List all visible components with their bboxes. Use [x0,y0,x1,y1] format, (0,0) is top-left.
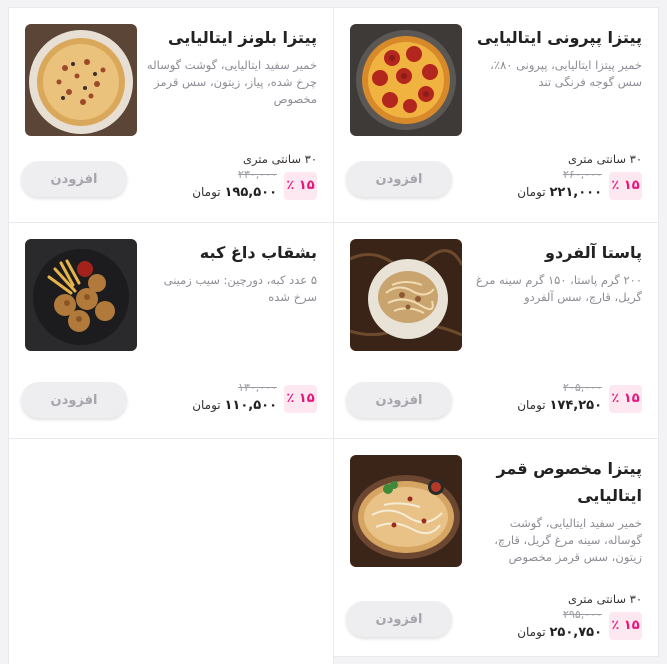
old-price: ۲۳۰,۰۰۰ [238,168,277,181]
item-info: پیتزا مخصوص قمر ایتالیایی خمیر سفید ایتا… [470,455,642,566]
discount-badge: ۱۵ ٪ [284,385,317,413]
kebbeh-plate-image [25,239,137,351]
menu-item-card: پیتزا بلونز ایتالیایی خمیر سفید ایتالیای… [8,7,334,223]
new-price: ۱۱۰,۵۰۰ تومان [192,398,277,413]
new-price: ۲۵۰,۷۵۰ تومان [517,625,602,640]
menu-item-card: پاستا آلفردو ۲۰۰ گرم پاستا، ۱۵۰ گرم سینه… [333,222,659,439]
item-title: بشقاب داغ کبه [199,243,317,262]
menu-item-card: پیتزا پپرونی ایتالیایی خمیر پیتزا ایتالی… [333,7,659,223]
new-price: ۱۹۵,۵۰۰ تومان [192,185,277,200]
item-title: پاستا آلفردو [545,243,642,262]
menu-item-card: بشقاب داغ کبه ۵ عدد کبه، دورچین: سیب زمی… [8,222,334,439]
item-size: ۳۰ سانتی متری [567,592,642,606]
item-title: پیتزا پپرونی ایتالیایی [476,28,642,47]
discount-badge: ۱۵ ٪ [284,172,317,200]
item-title: پیتزا بلونز ایتالیایی [168,28,317,47]
ghamar-special-pizza-image [350,455,462,567]
old-price: ۲۶۰,۰۰۰ [563,168,602,181]
add-button[interactable]: افزودن [346,161,452,197]
add-button[interactable]: افزودن [21,382,127,418]
item-description: خمیر سفید ایتالیایی، گوشت گوساله چرخ شده… [146,58,317,106]
item-description: ۲۰۰ گرم پاستا، ۱۵۰ گرم سینه مرغ گریل، قا… [475,273,642,304]
menu-grid: پیتزا پپرونی ایتالیایی خمیر پیتزا ایتالی… [8,7,659,664]
item-description: ۵ عدد کبه، دورچین: سیب زمینی سرخ شده [163,273,317,304]
item-title: پیتزا مخصوص قمر ایتالیایی [496,459,642,505]
add-button[interactable]: افزودن [21,161,127,197]
bolognese-pizza-image [25,24,137,136]
item-info: پیتزا پپرونی ایتالیایی خمیر پیتزا ایتالی… [470,24,642,91]
discount-badge: ۱۵ ٪ [609,385,642,413]
discount-badge: ۱۵ ٪ [609,612,642,640]
item-info: بشقاب داغ کبه ۵ عدد کبه، دورچین: سیب زمی… [145,239,317,306]
old-price: ۱۳۰,۰۰۰ [238,381,277,394]
old-price: ۲۹۵,۰۰۰ [563,608,602,621]
item-info: پیتزا بلونز ایتالیایی خمیر سفید ایتالیای… [145,24,317,108]
new-price: ۲۲۱,۰۰۰ تومان [517,185,602,200]
item-description: خمیر پیتزا ایتالیایی، پپرونی ۸۰٪، سس گوج… [490,58,642,89]
add-button[interactable]: افزودن [346,601,452,637]
new-price: ۱۷۴,۲۵۰ تومان [517,398,602,413]
item-size: ۳۰ سانتی متری [567,152,642,166]
add-button[interactable]: افزودن [346,382,452,418]
item-description: خمیر سفید ایتالیایی، گوشت گوساله، سینه م… [494,516,642,564]
menu-item-card: پیتزا مخصوص قمر ایتالیایی خمیر سفید ایتا… [333,438,659,657]
item-size: ۳۰ سانتی متری [242,152,317,166]
empty-card [8,438,334,664]
pepperoni-pizza-image [350,24,462,136]
item-info: پاستا آلفردو ۲۰۰ گرم پاستا، ۱۵۰ گرم سینه… [470,239,642,306]
pasta-alfredo-image [350,239,462,351]
old-price: ۲۰۵,۰۰۰ [563,381,602,394]
discount-badge: ۱۵ ٪ [609,172,642,200]
